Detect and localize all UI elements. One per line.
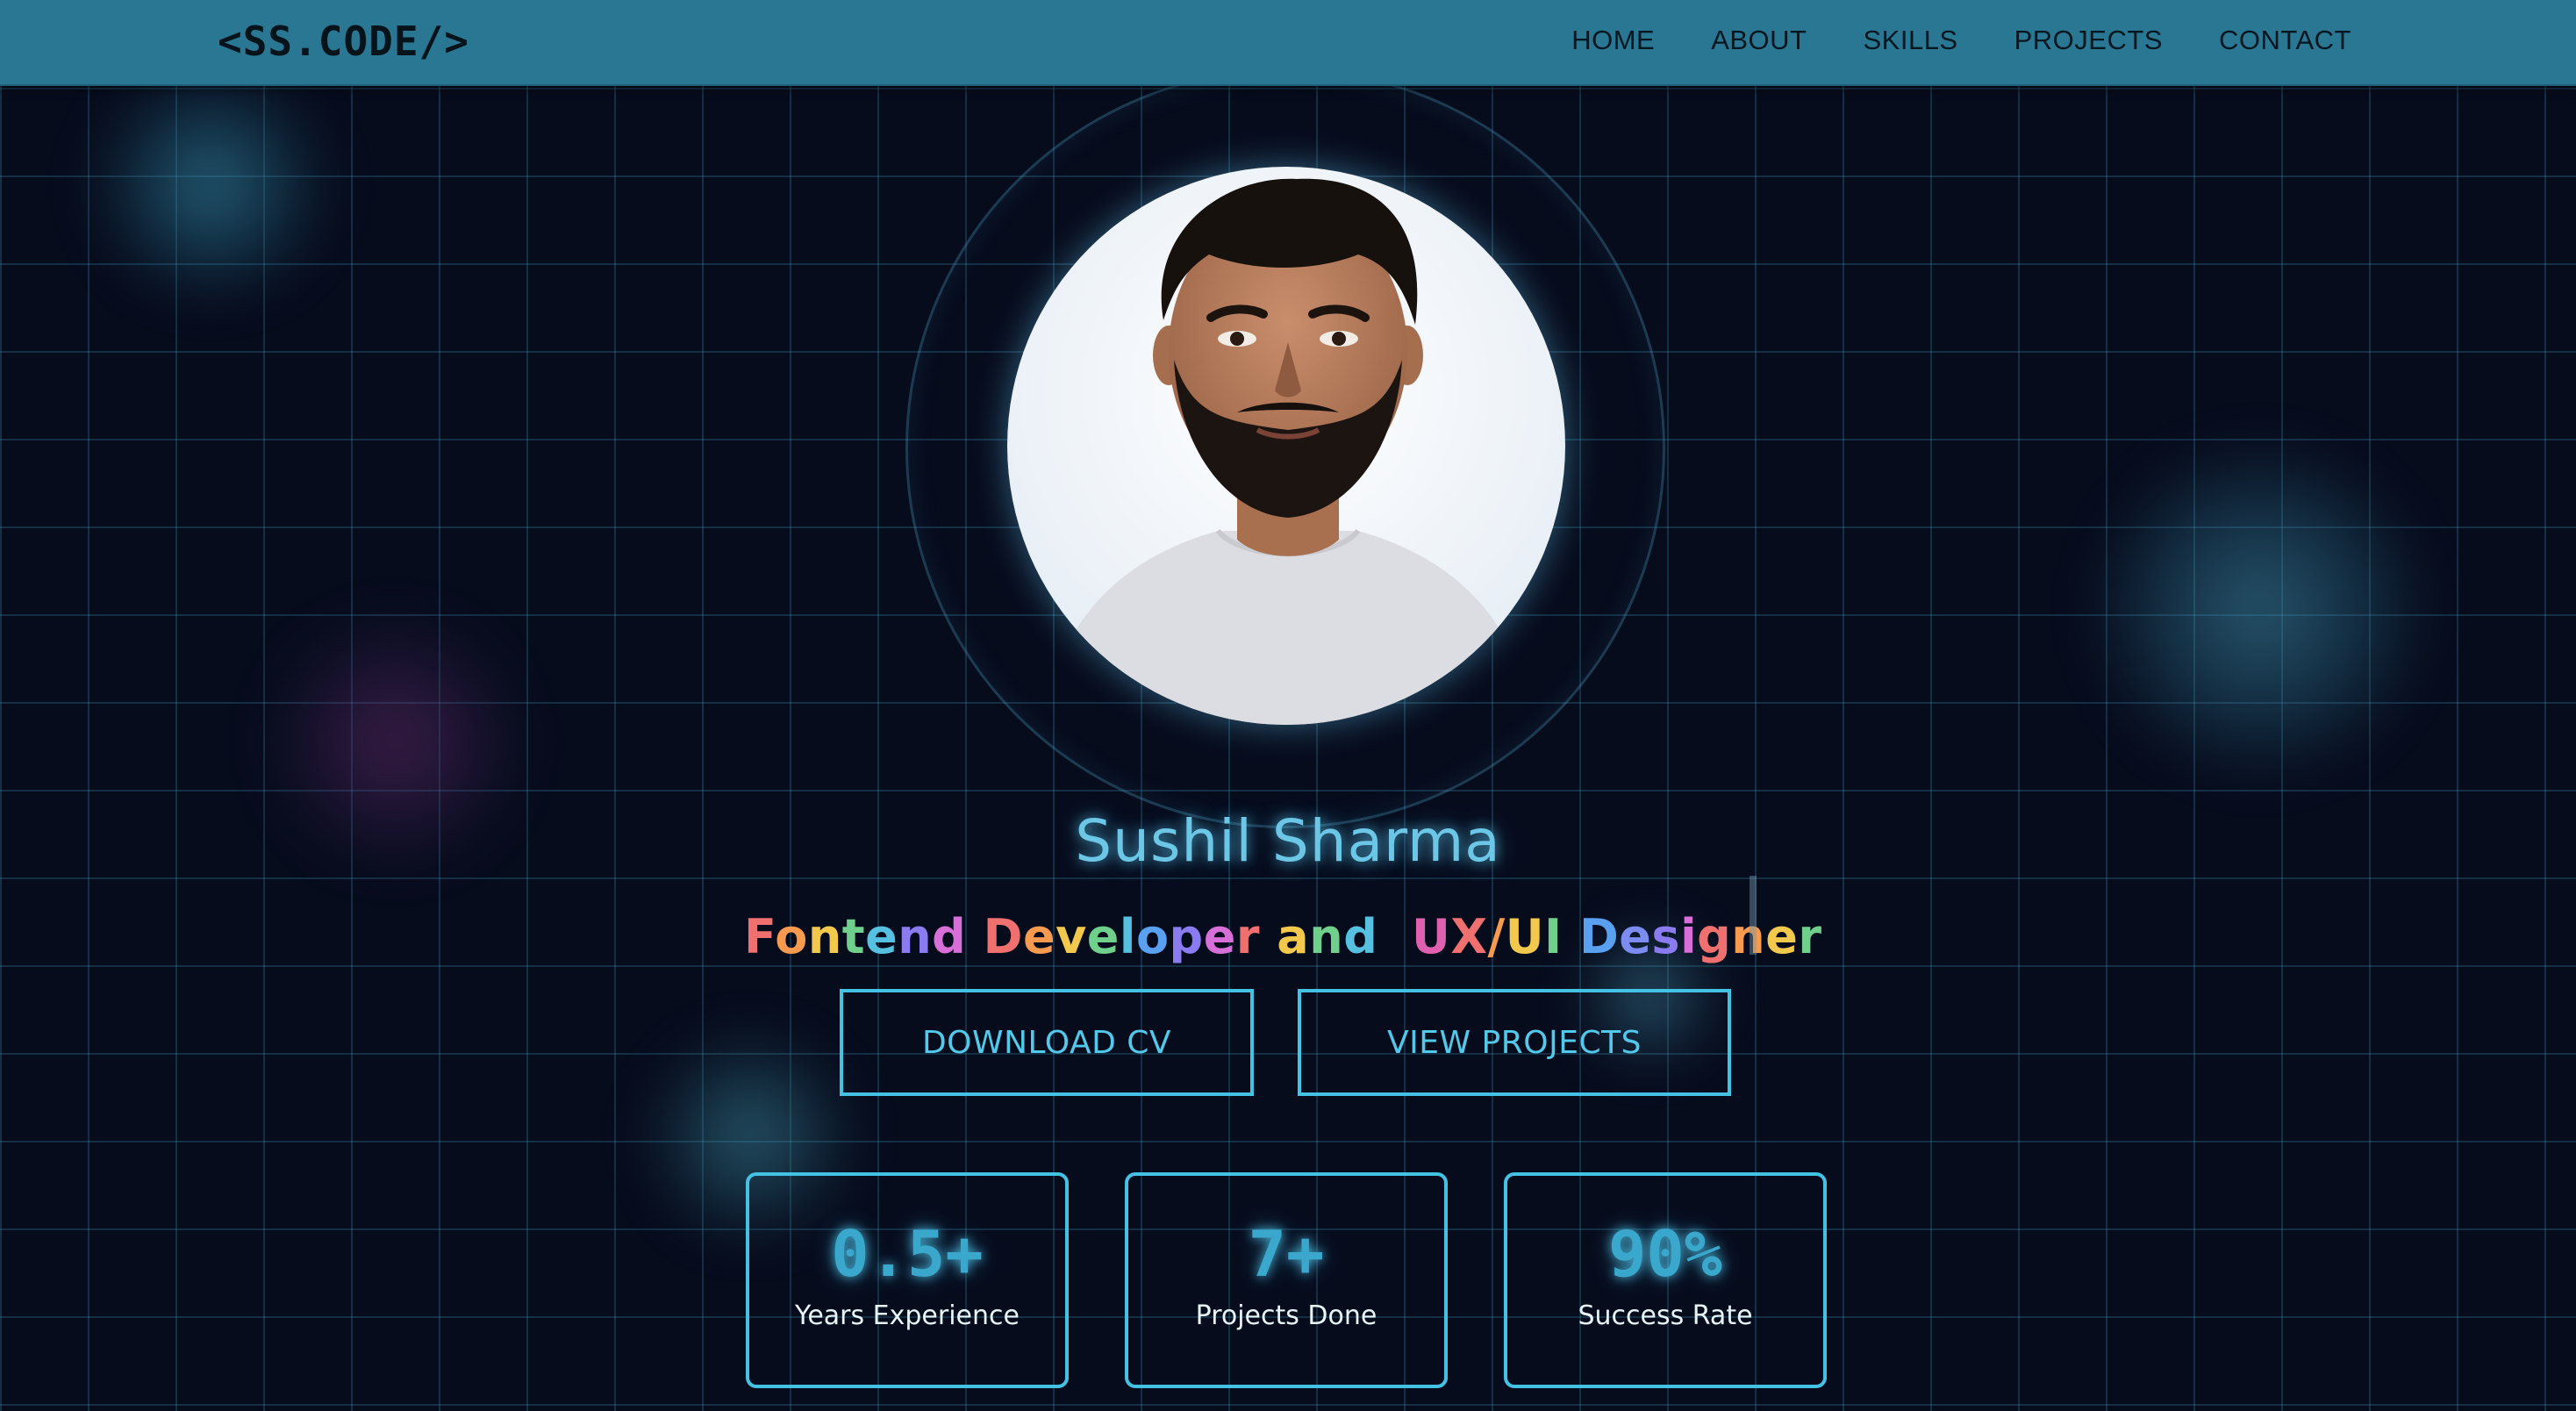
stat-card-success: 90% Success Rate <box>1504 1172 1827 1388</box>
nav-link-home[interactable]: HOME <box>1571 25 1655 56</box>
stat-label: Years Experience <box>795 1300 1020 1331</box>
tagline-word: UX/UI <box>1411 909 1563 964</box>
background-glow <box>79 70 342 298</box>
background-glow <box>2088 439 2430 781</box>
tagline-word: Fontend <box>744 909 967 964</box>
tagline-word: Designer <box>1578 909 1822 964</box>
hero-name: Sushil Sharma <box>1075 807 1501 875</box>
typing-caret <box>1750 876 1757 955</box>
stat-value: 90% <box>1607 1217 1723 1291</box>
profile-photo <box>1007 167 1565 725</box>
nav-link-projects[interactable]: PROJECTS <box>2014 25 2163 56</box>
tagline-word: and <box>1277 909 1378 964</box>
nav-link-contact[interactable]: CONTACT <box>2219 25 2351 56</box>
tagline-word: Developer <box>983 909 1260 964</box>
stat-label: Projects Done <box>1195 1300 1377 1331</box>
top-navbar: <SS.CODE/> HOME ABOUT SKILLS PROJECTS CO… <box>0 0 2576 86</box>
hero-tagline: Fontend Developer and UX/UI Designer <box>744 909 1821 964</box>
stat-label: Success Rate <box>1578 1300 1753 1331</box>
profile-photo-illustration <box>1007 167 1565 725</box>
stat-card-projects: 7+ Projects Done <box>1125 1172 1448 1388</box>
download-cv-button[interactable]: DOWNLOAD CV <box>840 989 1254 1096</box>
nav-link-about[interactable]: ABOUT <box>1711 25 1807 56</box>
view-projects-button[interactable]: VIEW PROJECTS <box>1298 989 1731 1096</box>
stat-value: 0.5+ <box>831 1217 984 1291</box>
nav-link-skills[interactable]: SKILLS <box>1863 25 1957 56</box>
stat-value: 7+ <box>1248 1217 1325 1291</box>
portfolio-page: <SS.CODE/> HOME ABOUT SKILLS PROJECTS CO… <box>0 0 2576 1411</box>
site-logo[interactable]: <SS.CODE/> <box>218 18 469 65</box>
stat-card-experience: 0.5+ Years Experience <box>746 1172 1069 1388</box>
nav-links: HOME ABOUT SKILLS PROJECTS CONTACT <box>1571 25 2351 56</box>
